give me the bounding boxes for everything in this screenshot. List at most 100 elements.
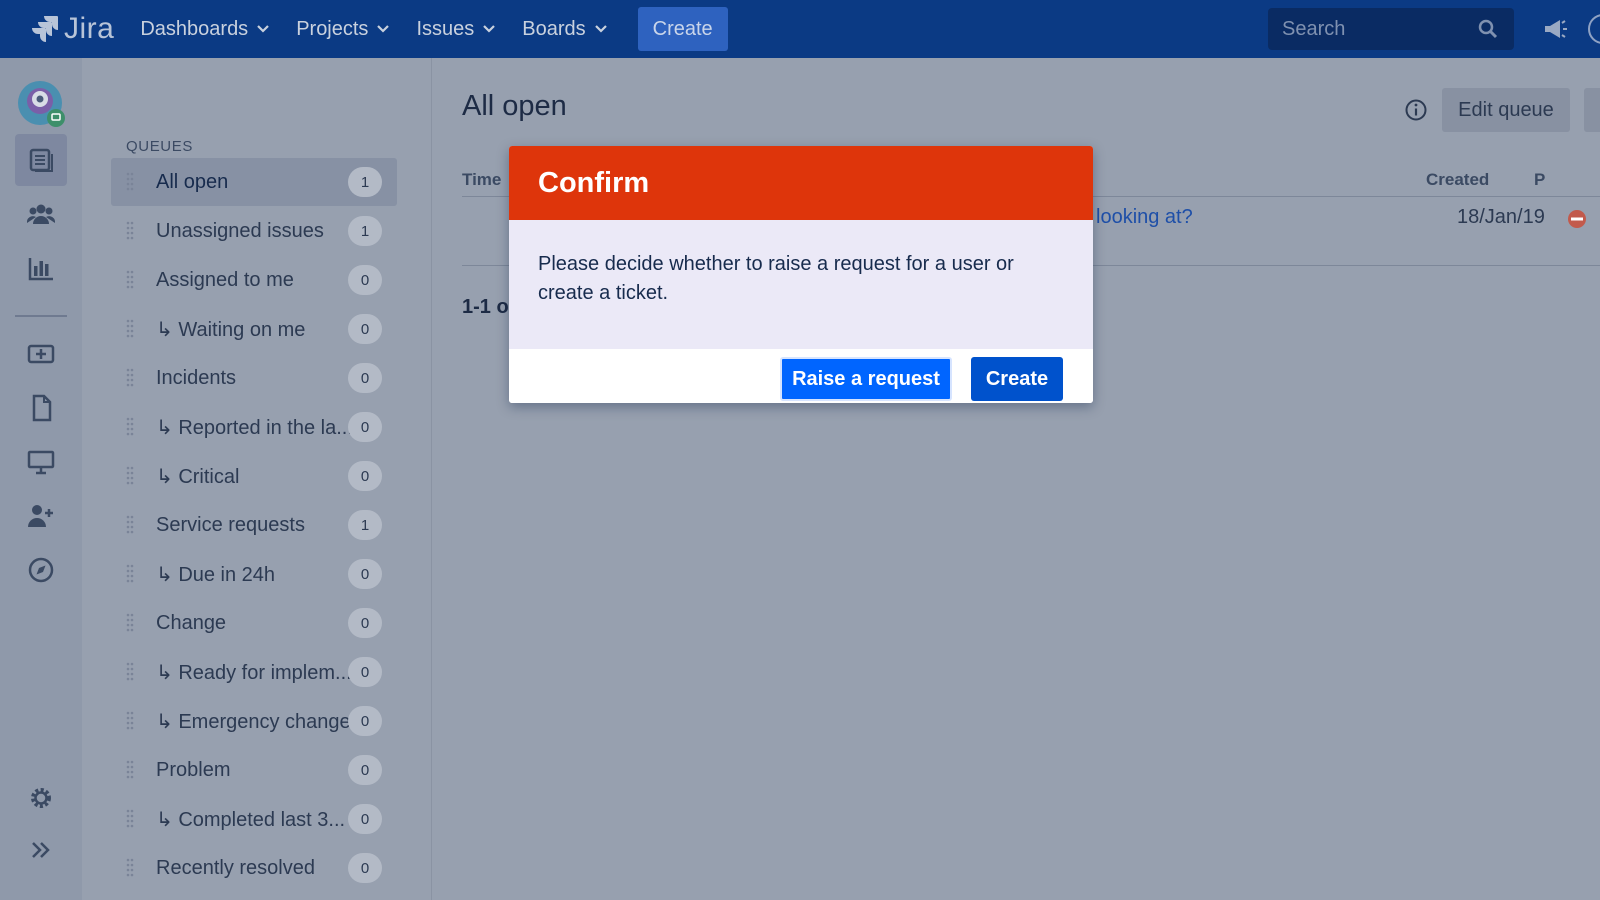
drag-handle-icon[interactable] [125, 171, 135, 193]
nav-projects[interactable]: Projects [296, 18, 390, 41]
queue-count-badge: 0 [348, 853, 382, 883]
drag-handle-icon[interactable] [125, 759, 135, 781]
raise-request-button[interactable]: Raise a request [780, 357, 952, 401]
queue-item[interactable]: Incidents 0 [111, 354, 397, 402]
queue-item-label: All open [156, 170, 229, 193]
chevron-down-icon [377, 25, 390, 33]
queue-count-badge: 0 [348, 755, 382, 785]
queues-heading: QUEUES [126, 138, 193, 155]
queue-count-badge: 0 [348, 412, 382, 442]
drag-handle-icon[interactable] [125, 857, 135, 879]
column-header-priority[interactable]: P [1534, 170, 1545, 190]
rail-reports[interactable] [15, 242, 67, 294]
megaphone-icon[interactable] [1542, 16, 1568, 42]
queue-item-label: Service requests [156, 513, 305, 536]
drag-handle-icon[interactable] [125, 269, 135, 291]
rail-explore[interactable] [15, 544, 67, 596]
queue-item[interactable]: ↳ Emergency change 0 [111, 697, 397, 745]
column-header-time[interactable]: Time [462, 170, 501, 190]
drag-handle-icon[interactable] [125, 661, 135, 683]
create-button[interactable]: Create [971, 357, 1063, 401]
queue-item-label: ↳ Due in 24h [156, 563, 276, 586]
queue-count-badge: 0 [348, 314, 382, 344]
nav-create-button[interactable]: Create [637, 7, 728, 51]
edit-queue-button[interactable]: Edit queue [1442, 88, 1570, 132]
queue-item-label: ↳ Waiting on me [156, 318, 306, 341]
rail-channels[interactable] [15, 436, 67, 488]
queue-item[interactable]: Recently resolved 0 [111, 844, 397, 892]
queue-item[interactable]: All open 1 [111, 158, 397, 206]
queue-item[interactable]: ↳ Completed last 3... 0 [111, 795, 397, 843]
drag-handle-icon[interactable] [125, 416, 135, 438]
jira-logo[interactable]: Jira [28, 12, 114, 46]
chevron-down-icon [483, 25, 496, 33]
chevron-down-icon [594, 25, 607, 33]
rail-invite-team[interactable] [15, 490, 67, 542]
user-avatar[interactable] [1588, 14, 1600, 44]
queue-item-label: ↳ Ready for implem... [156, 661, 351, 684]
queue-count-badge: 0 [348, 461, 382, 491]
double-chevron-right-icon [32, 842, 50, 858]
issue-summary-link[interactable]: looking at? [1096, 206, 1193, 229]
queue-item[interactable]: ↳ Ready for implem... 0 [111, 648, 397, 696]
column-header-created[interactable]: Created [1426, 170, 1489, 190]
queue-count-badge: 0 [348, 657, 382, 687]
drag-handle-icon[interactable] [125, 367, 135, 389]
nav-dashboards[interactable]: Dashboards [140, 18, 270, 41]
rail-add-item[interactable] [15, 328, 67, 380]
monitor-icon [27, 450, 55, 475]
rail-settings[interactable] [15, 772, 67, 824]
queue-item[interactable]: ↳ Reported in the la... 0 [111, 403, 397, 451]
search-input[interactable]: Search [1268, 8, 1514, 50]
pagination-summary: 1-1 o [462, 296, 509, 318]
search-icon [1478, 19, 1498, 39]
info-icon[interactable] [1404, 98, 1428, 122]
chevron-down-icon [257, 25, 269, 33]
nav-issues-label: Issues [416, 17, 475, 40]
nav-issues[interactable]: Issues [416, 18, 496, 41]
more-actions-button[interactable] [1584, 88, 1600, 132]
dialog-message: Please decide whether to raise a request… [509, 220, 1093, 349]
rail-customers[interactable] [15, 188, 67, 240]
queue-item[interactable]: Problem 0 [111, 746, 397, 794]
people-icon [26, 204, 56, 224]
queue-count-badge: 1 [348, 216, 382, 246]
queue-item-label: ↳ Reported in the la... [156, 416, 351, 439]
nav-projects-label: Projects [296, 17, 369, 40]
queues-sidebar: QUEUES All open 1 Unassigned issues 1 Assign… [82, 58, 432, 900]
queue-item[interactable]: ↳ Due in 24h 0 [111, 550, 397, 598]
project-sidebar-rail [0, 58, 82, 900]
nav-dashboards-label: Dashboards [140, 17, 249, 40]
drag-handle-icon[interactable] [125, 514, 135, 536]
queue-item[interactable]: ↳ Waiting on me 0 [111, 305, 397, 353]
drag-handle-icon[interactable] [125, 612, 135, 634]
drag-handle-icon[interactable] [125, 710, 135, 732]
gear-icon [31, 788, 51, 808]
queue-item[interactable]: Change 0 [111, 599, 397, 647]
project-avatar-icon[interactable] [17, 80, 65, 128]
compass-icon [28, 557, 54, 583]
queue-item[interactable]: Assigned to me 0 [111, 256, 397, 304]
rail-queues[interactable] [15, 134, 67, 186]
drag-handle-icon[interactable] [125, 465, 135, 487]
queue-count-badge: 0 [348, 559, 382, 589]
queue-count-badge: 1 [348, 510, 382, 540]
created-date: 18/Jan/19 [1457, 206, 1545, 228]
drag-handle-icon[interactable] [125, 808, 135, 830]
nav-boards[interactable]: Boards [522, 18, 607, 41]
page-title: All open [462, 90, 567, 122]
queue-item[interactable]: ↳ Critical 0 [111, 452, 397, 500]
queue-item-label: Assigned to me [156, 268, 294, 291]
rail-expand[interactable] [15, 824, 67, 876]
drag-handle-icon[interactable] [125, 220, 135, 242]
rail-pages[interactable] [15, 382, 67, 434]
drag-handle-icon[interactable] [125, 563, 135, 585]
drag-handle-icon[interactable] [125, 318, 135, 340]
add-item-icon [27, 344, 55, 364]
queue-item[interactable]: Service requests 1 [111, 501, 397, 549]
queue-item-label: ↳ Critical [156, 465, 240, 488]
queues-icon [29, 148, 53, 172]
bar-chart-icon [28, 258, 53, 281]
queue-item-label: Unassigned issues [156, 219, 324, 242]
queue-item[interactable]: Unassigned issues 1 [111, 207, 397, 255]
